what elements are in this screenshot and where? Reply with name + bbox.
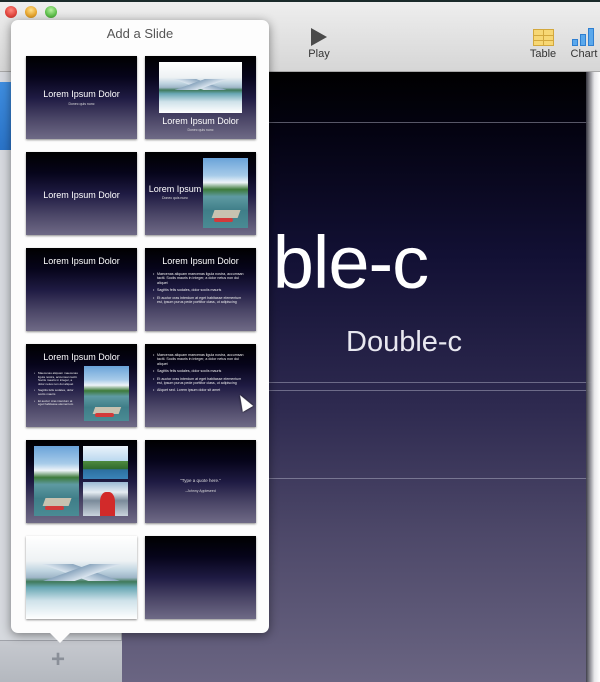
bullet-item: Et auctor cras interdum at eget habitass…	[153, 377, 245, 386]
table-label: Table	[529, 48, 557, 60]
slide-subtitle-placeholder[interactable]: Double-c	[346, 326, 462, 359]
slide-layout-title-only[interactable]: Lorem Ipsum Dolor	[26, 152, 137, 235]
table-icon	[532, 29, 554, 46]
popover-arrow	[50, 633, 70, 643]
lake-photo	[203, 158, 248, 228]
canvas-edge	[586, 72, 600, 682]
chart-icon	[571, 28, 597, 46]
minimize-window-button[interactable]	[25, 6, 37, 18]
layout-title: Lorem Ipsum Dolor	[162, 256, 239, 266]
quote-text: “Type a quote here.”	[180, 478, 221, 483]
slide-layout-quote[interactable]: “Type a quote here.” –Johnny Appleseed	[145, 440, 256, 523]
bullet-item: Et auctor cras interdum at eget habitass…	[34, 399, 78, 407]
slide-layout-title-top[interactable]: Lorem Ipsum Dolor	[26, 248, 137, 331]
bullet-item: Maecenas aliquam maecenas ligula nostra,…	[34, 371, 78, 386]
bullet-item: Maecenas aliquam maecenas ligula nostra,…	[153, 353, 245, 366]
slide-layout-photos-3[interactable]	[26, 440, 137, 523]
bullet-list: Maecenas aliquam maecenas ligula nostra,…	[153, 272, 245, 307]
play-icon	[311, 28, 327, 46]
bullet-item: Maecenas aliquam maecenas ligula nostra,…	[153, 272, 245, 285]
close-window-button[interactable]	[5, 6, 17, 18]
layout-subtitle: Donec quis nunc	[68, 102, 95, 106]
add-slide-button[interactable]: +	[49, 648, 67, 672]
play-label: Play	[308, 48, 330, 60]
add-slide-popover: Add a Slide Lorem Ipsum Dolor Donec quis…	[11, 20, 269, 633]
layout-subtitle: Donec quis nunc	[161, 196, 189, 200]
slide-layout-photo[interactable]	[26, 536, 137, 619]
chart-button[interactable]: Chart	[564, 28, 600, 60]
layout-title: Lorem Ipsum	[148, 184, 202, 194]
bullet-list: Maecenas aliquam maecenas ligula nostra,…	[34, 371, 78, 410]
mountain-photo	[26, 536, 137, 619]
bullet-list: Maecenas aliquam maecenas ligula nostra,…	[153, 353, 245, 396]
slide-layout-title-subtitle[interactable]: Lorem Ipsum Dolor Donec quis nunc	[26, 56, 137, 139]
quote-attribution: –Johnny Appleseed	[185, 489, 216, 493]
layout-title: Lorem Ipsum Dolor	[162, 116, 239, 126]
table-button[interactable]: Table	[526, 28, 560, 60]
slide-layout-photo-title[interactable]: Lorem Ipsum Dolor Donec quis nunc	[145, 56, 256, 139]
layout-title: Lorem Ipsum Dolor	[43, 352, 120, 362]
slide-layout-blank[interactable]	[145, 536, 256, 619]
slide-layout-title-bullets-photo[interactable]: Lorem Ipsum Dolor Maecenas aliquam maece…	[26, 344, 137, 427]
slide-layout-title-photo-vertical[interactable]: Lorem Ipsum Donec quis nunc	[145, 152, 256, 235]
layout-title: Lorem Ipsum Dolor	[43, 190, 120, 200]
layout-title: Lorem Ipsum Dolor	[43, 89, 120, 99]
play-button[interactable]: Play	[302, 28, 336, 60]
lake-photo	[34, 446, 79, 516]
popover-title: Add a Slide	[106, 26, 174, 41]
bullet-item: Et auctor cras interdum at eget habitass…	[153, 296, 245, 305]
bullet-item: Sagittis felis sodales, dolor sociis mau…	[153, 288, 245, 293]
bullet-item: Sagittis felis sodales, dolor sociis mau…	[34, 389, 78, 396]
island-photo	[83, 446, 128, 479]
lake-photo	[84, 366, 129, 421]
layout-title: Lorem Ipsum Dolor	[43, 256, 120, 266]
layout-subtitle: Donec quis nunc	[187, 128, 214, 132]
slide-layout-bullets[interactable]: Maecenas aliquam maecenas ligula nostra,…	[145, 344, 256, 427]
chart-label: Chart	[570, 48, 598, 60]
navigator-footer: +	[0, 640, 122, 682]
slide-layout-title-bullets[interactable]: Lorem Ipsum Dolor Maecenas aliquam maece…	[145, 248, 256, 331]
person-photo	[83, 482, 128, 516]
zoom-window-button[interactable]	[45, 6, 57, 18]
bullet-item: Aliquet sed. Lorem ipsum dolor sit amet	[153, 388, 245, 393]
mountain-photo	[159, 62, 242, 113]
bullet-item: Sagittis felis sodales, dolor sociis mau…	[153, 369, 245, 374]
